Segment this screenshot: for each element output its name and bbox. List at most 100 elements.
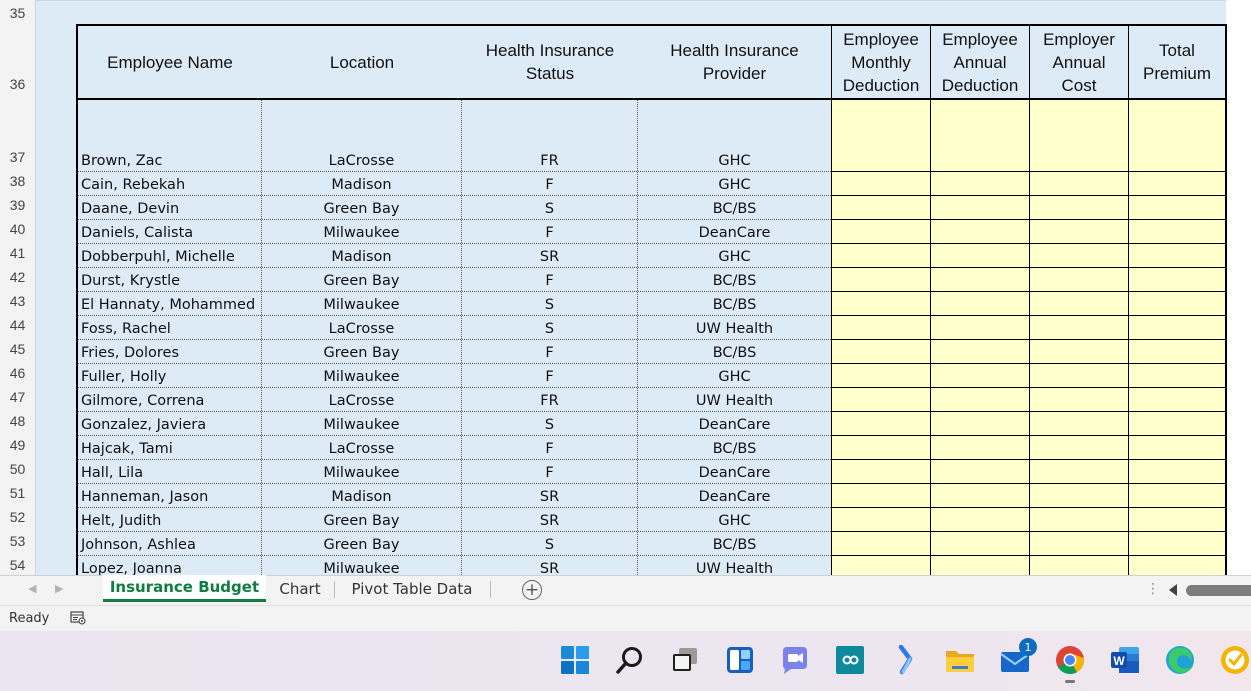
location-cell[interactable]: Green Bay [262, 532, 462, 555]
annual-deduction-cell[interactable] [930, 484, 1029, 508]
header-total-premium[interactable]: Total Premium [1128, 26, 1225, 98]
provider-cell[interactable]: BC/BS [638, 196, 831, 219]
location-cell[interactable]: LaCrosse [262, 316, 462, 339]
teams-chat-icon[interactable] [777, 642, 813, 678]
row-number[interactable]: 35 [0, 5, 35, 21]
provider-cell[interactable]: GHC [638, 244, 831, 267]
row-number[interactable]: 36 [0, 76, 35, 92]
provider-cell[interactable]: GHC [638, 172, 831, 195]
monthly-deduction-cell[interactable] [831, 508, 930, 532]
edge-icon[interactable] [1162, 642, 1198, 678]
name-cell[interactable]: Foss, Rachel [78, 316, 262, 339]
total-premium-cell[interactable] [1128, 412, 1225, 436]
status-cell[interactable]: SR [462, 508, 638, 531]
annual-deduction-cell[interactable] [930, 100, 1029, 172]
location-cell[interactable]: Milwaukee [262, 412, 462, 435]
task-view-icon[interactable] [667, 642, 703, 678]
accessibility-macro-icon[interactable] [70, 611, 86, 625]
status-cell[interactable]: F [462, 364, 638, 387]
annual-deduction-cell[interactable] [930, 340, 1029, 364]
provider-cell[interactable]: UW Health [638, 316, 831, 339]
name-cell[interactable]: Helt, Judith [78, 508, 262, 531]
employer-cost-cell[interactable] [1029, 412, 1128, 436]
total-premium-cell[interactable] [1128, 484, 1225, 508]
employer-cost-cell[interactable] [1029, 508, 1128, 532]
name-cell[interactable]: Fuller, Holly [78, 364, 262, 387]
word-icon[interactable]: W [1107, 642, 1143, 678]
row-number[interactable]: 46 [0, 365, 35, 381]
total-premium-cell[interactable] [1128, 268, 1225, 292]
location-cell[interactable]: Milwaukee [262, 556, 462, 575]
monthly-deduction-cell[interactable] [831, 484, 930, 508]
annual-deduction-cell[interactable] [930, 220, 1029, 244]
search-icon[interactable] [612, 642, 648, 678]
location-cell[interactable]: Madison [262, 484, 462, 507]
header-monthly-deduction[interactable]: Employee Monthly Deduction [831, 26, 930, 98]
total-premium-cell[interactable] [1128, 460, 1225, 484]
provider-cell[interactable]: GHC [638, 100, 831, 171]
spreadsheet-grid[interactable]: 35 36 37 38 39 40 41 42 43 44 45 46 47 48 49 50 51 52 53 54… [0, 0, 1251, 575]
row-header-column[interactable]: 35 36 37 38 39 40 41 42 43 44 45 46 47 48 49 50 51 52 53 54 [0, 0, 36, 575]
total-premium-cell[interactable] [1128, 364, 1225, 388]
total-premium-cell[interactable] [1128, 556, 1225, 575]
employer-cost-cell[interactable] [1029, 364, 1128, 388]
row-number[interactable]: 39 [0, 197, 35, 213]
status-cell[interactable]: S [462, 532, 638, 555]
location-cell[interactable]: Green Bay [262, 196, 462, 219]
status-cell[interactable]: S [462, 196, 638, 219]
monthly-deduction-cell[interactable] [831, 436, 930, 460]
row-number[interactable]: 49 [0, 437, 35, 453]
tab-insurance-budget[interactable]: Insurance Budget [103, 575, 266, 602]
status-cell[interactable]: F [462, 220, 638, 243]
name-cell[interactable]: Johnson, Ashlea [78, 532, 262, 555]
header-annual-deduction[interactable]: Employee Annual Deduction [930, 26, 1029, 98]
scroll-left-arrow-icon[interactable] [1169, 584, 1177, 596]
total-premium-cell[interactable] [1128, 388, 1225, 412]
name-cell[interactable]: Hanneman, Jason [78, 484, 262, 507]
mail-icon[interactable]: 1 [997, 638, 1037, 678]
annual-deduction-cell[interactable] [930, 364, 1029, 388]
total-premium-cell[interactable] [1128, 244, 1225, 268]
provider-cell[interactable]: BC/BS [638, 436, 831, 459]
header-insurance-status[interactable]: Health Insurance Status [462, 26, 638, 98]
annual-deduction-cell[interactable] [930, 508, 1029, 532]
name-cell[interactable]: Gonzalez, Javiera [78, 412, 262, 435]
annual-deduction-cell[interactable] [930, 292, 1029, 316]
chrome-icon[interactable] [1052, 642, 1088, 683]
name-cell[interactable]: Hall, Lila [78, 460, 262, 483]
name-cell[interactable]: Fries, Dolores [78, 340, 262, 363]
status-cell[interactable]: S [462, 292, 638, 315]
file-explorer-icon[interactable] [942, 642, 978, 678]
location-cell[interactable]: LaCrosse [262, 436, 462, 459]
location-cell[interactable]: Green Bay [262, 268, 462, 291]
name-cell[interactable]: Cain, Rebekah [78, 172, 262, 195]
employer-cost-cell[interactable] [1029, 388, 1128, 412]
employer-cost-cell[interactable] [1029, 460, 1128, 484]
total-premium-cell[interactable] [1128, 316, 1225, 340]
monthly-deduction-cell[interactable] [831, 244, 930, 268]
widgets-icon[interactable] [722, 642, 758, 678]
row-number[interactable]: 54 [0, 557, 35, 573]
horizontal-scrollbar[interactable] [1186, 585, 1251, 596]
location-cell[interactable]: LaCrosse [262, 100, 462, 171]
location-cell[interactable]: Milwaukee [262, 220, 462, 243]
add-sheet-icon[interactable]: + [522, 580, 542, 600]
provider-cell[interactable]: BC/BS [638, 532, 831, 555]
monthly-deduction-cell[interactable] [831, 292, 930, 316]
row-number[interactable]: 53 [0, 533, 35, 549]
scroll-tabs-left-icon[interactable]: ◀ [28, 582, 36, 595]
row-number[interactable]: 48 [0, 413, 35, 429]
provider-cell[interactable]: BC/BS [638, 292, 831, 315]
total-premium-cell[interactable] [1128, 172, 1225, 196]
monthly-deduction-cell[interactable] [831, 460, 930, 484]
row-number[interactable]: 42 [0, 269, 35, 285]
total-premium-cell[interactable] [1128, 436, 1225, 460]
status-cell[interactable]: FR [462, 388, 638, 411]
employer-cost-cell[interactable] [1029, 292, 1128, 316]
name-cell[interactable]: Hajcak, Tami [78, 436, 262, 459]
row-number[interactable]: 45 [0, 341, 35, 357]
annual-deduction-cell[interactable] [930, 316, 1029, 340]
employer-cost-cell[interactable] [1029, 436, 1128, 460]
location-cell[interactable]: Madison [262, 244, 462, 267]
employer-cost-cell[interactable] [1029, 316, 1128, 340]
